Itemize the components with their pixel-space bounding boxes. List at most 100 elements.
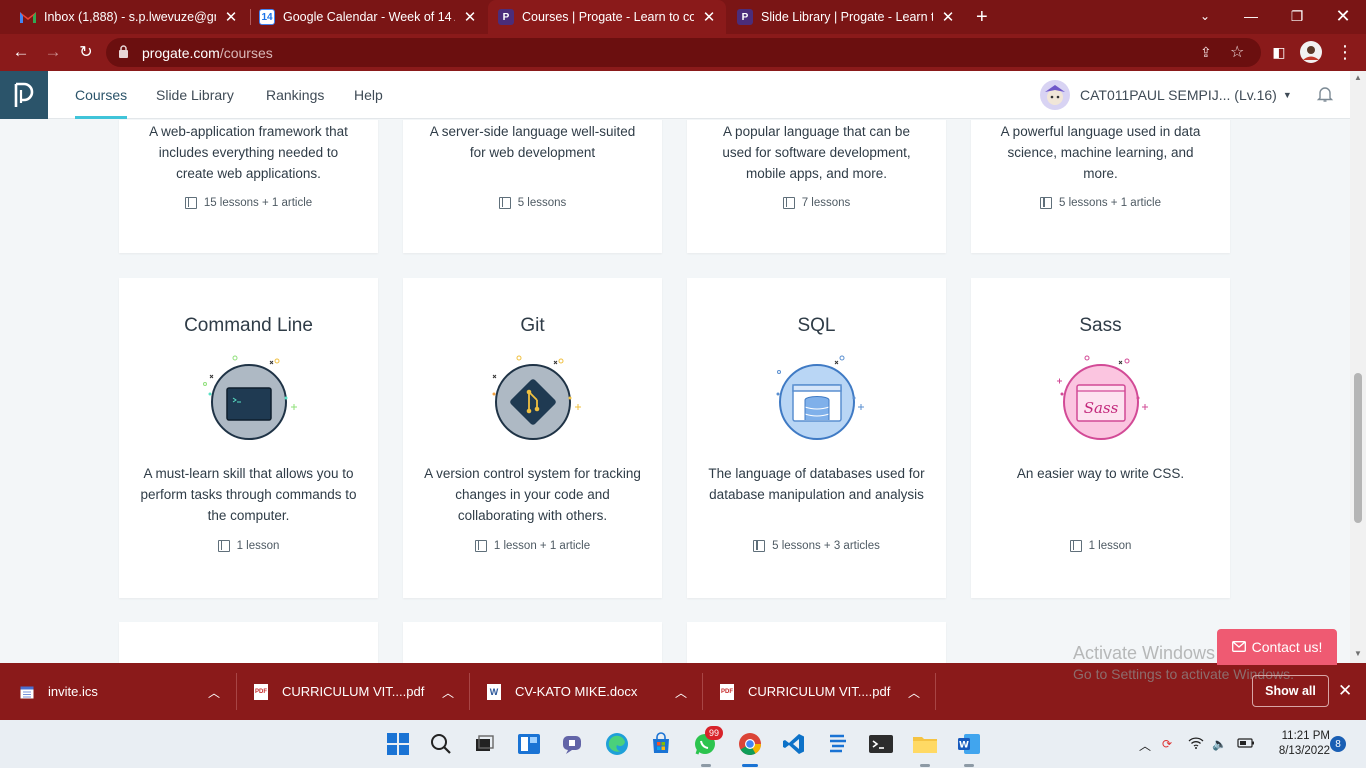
course-card[interactable]: A popular language that can be used for …	[687, 120, 946, 253]
course-card-sass[interactable]: Sass Sass An easier way to write CSS. 1 …	[971, 278, 1230, 598]
gmail-icon	[20, 9, 36, 25]
battery-icon[interactable]	[1237, 737, 1255, 752]
download-item[interactable]: W CV-KATO MIKE.docx ︿	[487, 663, 687, 720]
volume-icon[interactable]: 🔈	[1212, 737, 1227, 751]
clock-date: 8/13/2022	[1278, 745, 1330, 757]
tab-calendar[interactable]: 14 Google Calendar - Week of 14 Au ✕	[259, 0, 483, 34]
divider	[702, 673, 703, 710]
svg-text:Sass: Sass	[1084, 399, 1119, 417]
nav-courses[interactable]: Courses	[75, 71, 128, 119]
browser-tab-bar: Inbox (1,888) - s.p.lwevuze@gma ✕ 14 Goo…	[0, 0, 1366, 34]
course-card-command-line[interactable]: Command Line A must-learn skill that all…	[119, 278, 378, 598]
minimize-button[interactable]: —	[1228, 0, 1274, 32]
course-card-git[interactable]: Git A version control system for trackin…	[403, 278, 662, 598]
chevron-up-icon[interactable]: ︿	[442, 684, 454, 701]
forward-arrow-icon[interactable]: →	[40, 39, 66, 65]
course-title: SQL	[797, 315, 836, 336]
chevron-up-icon[interactable]: ︿	[208, 684, 220, 701]
chrome-icon[interactable]	[737, 731, 763, 757]
running-indicator	[701, 764, 711, 767]
nav-rankings[interactable]: Rankings	[266, 71, 324, 119]
reload-icon[interactable]: ↻	[73, 39, 99, 65]
new-tab-button[interactable]: +	[976, 0, 998, 34]
tab-title: Inbox (1,888) - s.p.lwevuze@gma	[44, 10, 216, 24]
task-view-icon[interactable]	[471, 731, 497, 757]
running-indicator	[742, 764, 758, 767]
download-item[interactable]: PDF CURRICULUM VIT....pdf ︿	[254, 663, 454, 720]
notification-center-badge[interactable]: 8	[1330, 736, 1346, 752]
close-icon[interactable]: ✕	[702, 8, 716, 26]
teams-chat-icon[interactable]	[560, 731, 586, 757]
scroll-up-arrow-icon[interactable]: ▲	[1354, 73, 1362, 82]
tab-gmail[interactable]: Inbox (1,888) - s.p.lwevuze@gma ✕	[20, 0, 252, 34]
tab-slide-library[interactable]: P Slide Library | Progate - Learn to ✕	[737, 0, 959, 34]
vscode-icon[interactable]	[781, 731, 807, 757]
wifi-icon[interactable]	[1188, 737, 1204, 752]
lesson-count-text: 5 lessons + 3 articles	[772, 540, 880, 552]
bell-icon[interactable]	[1316, 85, 1336, 105]
system-clock[interactable]: 11:21 PM 8/13/2022	[1262, 729, 1330, 759]
course-card[interactable]: A server-side language well-suited for w…	[403, 120, 662, 253]
edge-icon[interactable]	[604, 731, 630, 757]
chevron-up-icon[interactable]: ︿	[1139, 737, 1151, 754]
lesson-count: 7 lessons	[687, 197, 946, 209]
course-card[interactable]: A web-application framework that include…	[119, 120, 378, 253]
side-panel-icon[interactable]: ◧	[1266, 39, 1292, 65]
book-icon	[1069, 540, 1082, 552]
close-window-button[interactable]: ✕	[1320, 0, 1366, 32]
download-item[interactable]: invite.ics ︿	[20, 663, 220, 720]
bookmark-star-icon[interactable]: ☆	[1230, 42, 1244, 62]
git-tool-icon[interactable]	[825, 731, 851, 757]
lesson-count: 1 lesson	[971, 540, 1230, 552]
close-icon[interactable]: ✕	[224, 8, 238, 26]
menu-kebab-icon[interactable]: ⋮	[1332, 39, 1358, 65]
progate-logo[interactable]	[0, 71, 48, 119]
store-icon[interactable]	[648, 731, 674, 757]
windows-start-icon[interactable]	[385, 731, 411, 757]
course-title: Sass	[1079, 315, 1122, 336]
back-arrow-icon[interactable]: ←	[8, 39, 34, 65]
file-explorer-icon[interactable]	[912, 731, 938, 757]
course-description: A powerful language used in data science…	[1000, 124, 1201, 181]
scroll-thumb[interactable]	[1354, 373, 1362, 523]
tab-search-chevron-icon[interactable]: ⌄	[1182, 0, 1228, 32]
book-icon	[1040, 197, 1053, 209]
show-all-button[interactable]: Show all	[1252, 675, 1329, 707]
chevron-up-icon[interactable]: ︿	[908, 684, 920, 701]
sync-error-icon[interactable]: ⟳	[1162, 737, 1172, 751]
download-filename: CURRICULUM VIT....pdf	[282, 684, 425, 699]
user-label: CAT011PAUL SEMPIJ... (Lv.16)	[1080, 87, 1277, 103]
profile-avatar[interactable]	[1298, 39, 1324, 65]
search-icon[interactable]	[428, 731, 454, 757]
share-icon[interactable]: ⇪	[1200, 44, 1212, 61]
restore-button[interactable]: ❐	[1274, 0, 1320, 32]
lesson-count-text: 1 lesson	[1088, 540, 1132, 552]
close-icon[interactable]: ✕	[463, 8, 477, 26]
course-card[interactable]	[687, 622, 946, 663]
user-menu[interactable]: CAT011PAUL SEMPIJ... (Lv.16) ▼	[1040, 71, 1292, 119]
scroll-down-arrow-icon[interactable]: ▼	[1354, 649, 1362, 658]
git-icon	[485, 350, 581, 446]
tab-title: Courses | Progate - Learn to code	[522, 10, 694, 24]
download-item[interactable]: PDF CURRICULUM VIT....pdf ︿	[720, 663, 920, 720]
close-icon[interactable]: ✕	[941, 8, 955, 26]
widgets-icon[interactable]	[516, 731, 542, 757]
tab-courses-progate[interactable]: P Courses | Progate - Learn to code ✕	[488, 0, 726, 34]
page-scrollbar[interactable]: ▲ ▼	[1350, 71, 1366, 663]
nav-slide-library[interactable]: Slide Library	[156, 71, 234, 119]
nav-help[interactable]: Help	[354, 71, 383, 119]
lesson-count-text: 15 lessons + 1 article	[203, 197, 313, 209]
close-icon[interactable]: ✕	[1338, 681, 1352, 701]
address-bar[interactable]: progate.com/courses ⇪ ☆	[106, 38, 1261, 67]
browser-toolbar: ← → ↻ progate.com/courses ⇪ ☆ ◧ ⋮	[0, 34, 1366, 71]
chevron-up-icon[interactable]: ︿	[675, 684, 687, 701]
course-card[interactable]: A powerful language used in data science…	[971, 120, 1230, 253]
course-card-sql[interactable]: SQL The language of databases used for d…	[687, 278, 946, 598]
terminal-app-icon[interactable]	[868, 731, 894, 757]
course-card[interactable]	[119, 622, 378, 663]
word-app-icon[interactable]: W	[956, 731, 982, 757]
tab-divider	[250, 9, 251, 25]
course-card[interactable]	[403, 622, 662, 663]
lesson-count-text: 1 lesson + 1 article	[493, 540, 591, 552]
course-description: The language of databases used for datab…	[708, 466, 925, 502]
